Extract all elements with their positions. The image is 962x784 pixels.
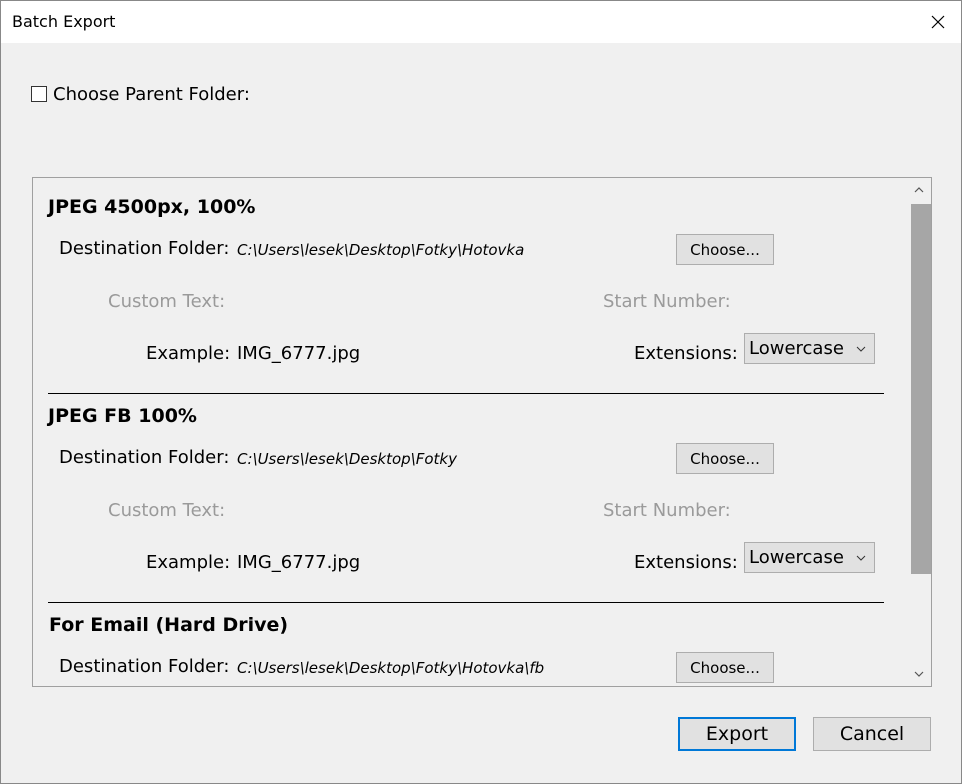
- example-label: Example:: [146, 552, 231, 573]
- custom-text-label: Custom Text:: [108, 500, 226, 521]
- preset-name: For Email (Hard Drive): [49, 614, 289, 636]
- chevron-up-icon: [914, 187, 924, 193]
- chevron-down-icon: [856, 555, 866, 561]
- preset-item: JPEG FB 100% Destination Folder: C:\User…: [33, 387, 905, 603]
- presets-scroll-panel: JPEG 4500px, 100% Destination Folder: C:…: [32, 177, 932, 687]
- extensions-label: Extensions:: [634, 343, 738, 364]
- scroll-thumb[interactable]: [911, 204, 931, 574]
- scroll-down-button[interactable]: [907, 662, 931, 686]
- extensions-select[interactable]: Lowercase: [744, 542, 875, 573]
- custom-text-label: Custom Text:: [108, 291, 226, 312]
- destination-folder-path: C:\Users\lesek\Desktop\Fotky\Hotovka: [237, 241, 525, 259]
- example-value: IMG_6777.jpg: [237, 552, 361, 573]
- example-value: IMG_6777.jpg: [237, 343, 361, 364]
- batch-export-dialog: Batch Export Choose Parent Folder: JPEG …: [0, 0, 962, 784]
- export-button[interactable]: Export: [678, 717, 796, 751]
- preset-item: JPEG 4500px, 100% Destination Folder: C:…: [33, 178, 905, 394]
- choose-folder-button[interactable]: Choose...: [676, 443, 774, 474]
- destination-folder-path: C:\Users\lesek\Desktop\Fotky\Hotovka\fb: [237, 659, 545, 677]
- extensions-selected-value: Lowercase: [749, 338, 844, 359]
- preset-name: JPEG FB 100%: [48, 405, 197, 427]
- extensions-select[interactable]: Lowercase: [744, 333, 875, 364]
- destination-folder-label: Destination Folder:: [59, 238, 230, 259]
- chevron-down-icon: [914, 671, 924, 677]
- vertical-scrollbar[interactable]: [907, 178, 931, 686]
- destination-folder-label: Destination Folder:: [59, 656, 230, 677]
- choose-parent-folder-label: Choose Parent Folder:: [53, 83, 250, 105]
- start-number-label: Start Number:: [603, 291, 731, 312]
- preset-item: For Email (Hard Drive) Destination Folde…: [33, 596, 905, 686]
- cancel-button[interactable]: Cancel: [813, 717, 931, 751]
- example-label: Example:: [146, 343, 231, 364]
- extensions-label: Extensions:: [634, 552, 738, 573]
- close-icon: [931, 15, 945, 29]
- window-title: Batch Export: [12, 12, 116, 31]
- preset-name: JPEG 4500px, 100%: [48, 196, 256, 218]
- start-number-label: Start Number:: [603, 500, 731, 521]
- chevron-down-icon: [856, 346, 866, 352]
- destination-folder-label: Destination Folder:: [59, 447, 230, 468]
- choose-parent-folder-row[interactable]: Choose Parent Folder:: [31, 83, 250, 105]
- title-bar: Batch Export: [1, 1, 961, 43]
- choose-folder-button[interactable]: Choose...: [676, 234, 774, 265]
- destination-folder-path: C:\Users\lesek\Desktop\Fotky: [237, 450, 457, 468]
- choose-parent-folder-checkbox[interactable]: [31, 86, 47, 102]
- choose-folder-button[interactable]: Choose...: [676, 652, 774, 683]
- scroll-up-button[interactable]: [907, 178, 931, 202]
- close-button[interactable]: [919, 7, 957, 37]
- extensions-selected-value: Lowercase: [749, 547, 844, 568]
